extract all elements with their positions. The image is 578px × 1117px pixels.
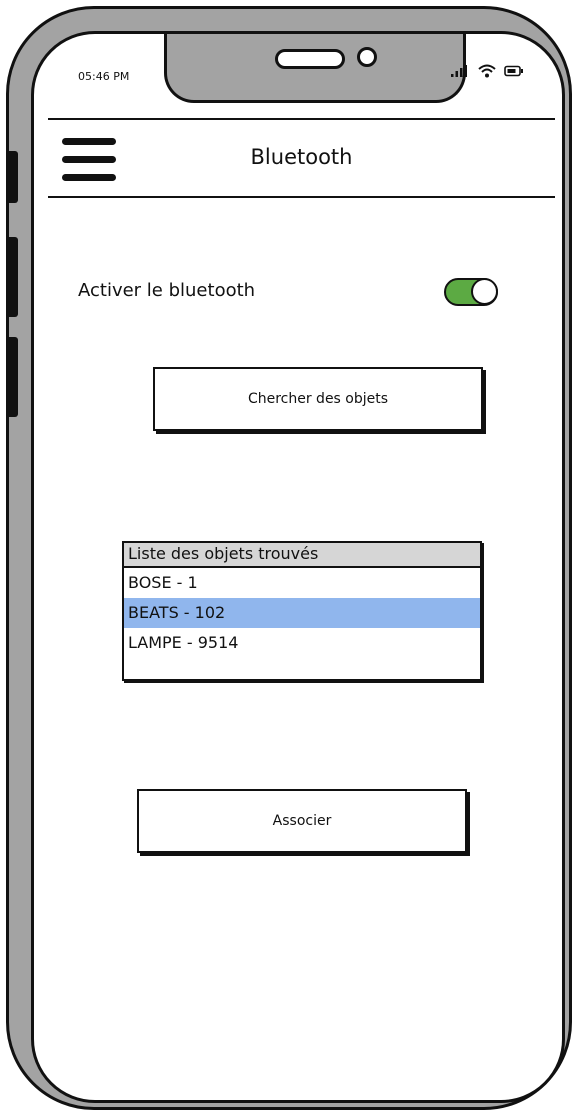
phone-side-button-volume-up [6, 237, 18, 317]
bluetooth-toggle[interactable] [444, 278, 498, 306]
phone-frame: 05:46 PM Bluetooth Activer le bluetooth … [6, 6, 572, 1110]
list-item[interactable]: BOSE - 1 [124, 568, 480, 598]
toggle-knob [471, 278, 498, 305]
found-objects-list: Liste des objets trouvés BOSE - 1 BEATS … [122, 541, 482, 681]
speaker-grille [275, 49, 345, 69]
found-objects-list-title: Liste des objets trouvés [124, 543, 480, 568]
list-item-selected[interactable]: BEATS - 102 [124, 598, 480, 628]
phone-side-button-mute [6, 151, 18, 203]
list-item[interactable]: LAMPE - 9514 [124, 628, 480, 658]
search-objects-button[interactable]: Chercher des objets [153, 367, 483, 431]
signal-icon [451, 65, 467, 77]
page-title: Bluetooth [250, 145, 353, 169]
associate-button[interactable]: Associer [137, 789, 467, 853]
status-time: 05:46 PM [78, 70, 130, 83]
phone-notch [164, 34, 466, 103]
battery-icon [504, 65, 523, 77]
associate-button-label: Associer [272, 813, 332, 829]
phone-side-button-volume-down [6, 337, 18, 417]
front-camera [357, 47, 377, 67]
app-header: Bluetooth [48, 118, 555, 198]
wifi-icon [478, 64, 496, 78]
status-icons [450, 64, 524, 78]
search-objects-button-label: Chercher des objets [247, 391, 389, 407]
phone-screen: 05:46 PM Bluetooth Activer le bluetooth … [31, 31, 565, 1103]
bluetooth-toggle-label: Activer le bluetooth [78, 280, 256, 301]
